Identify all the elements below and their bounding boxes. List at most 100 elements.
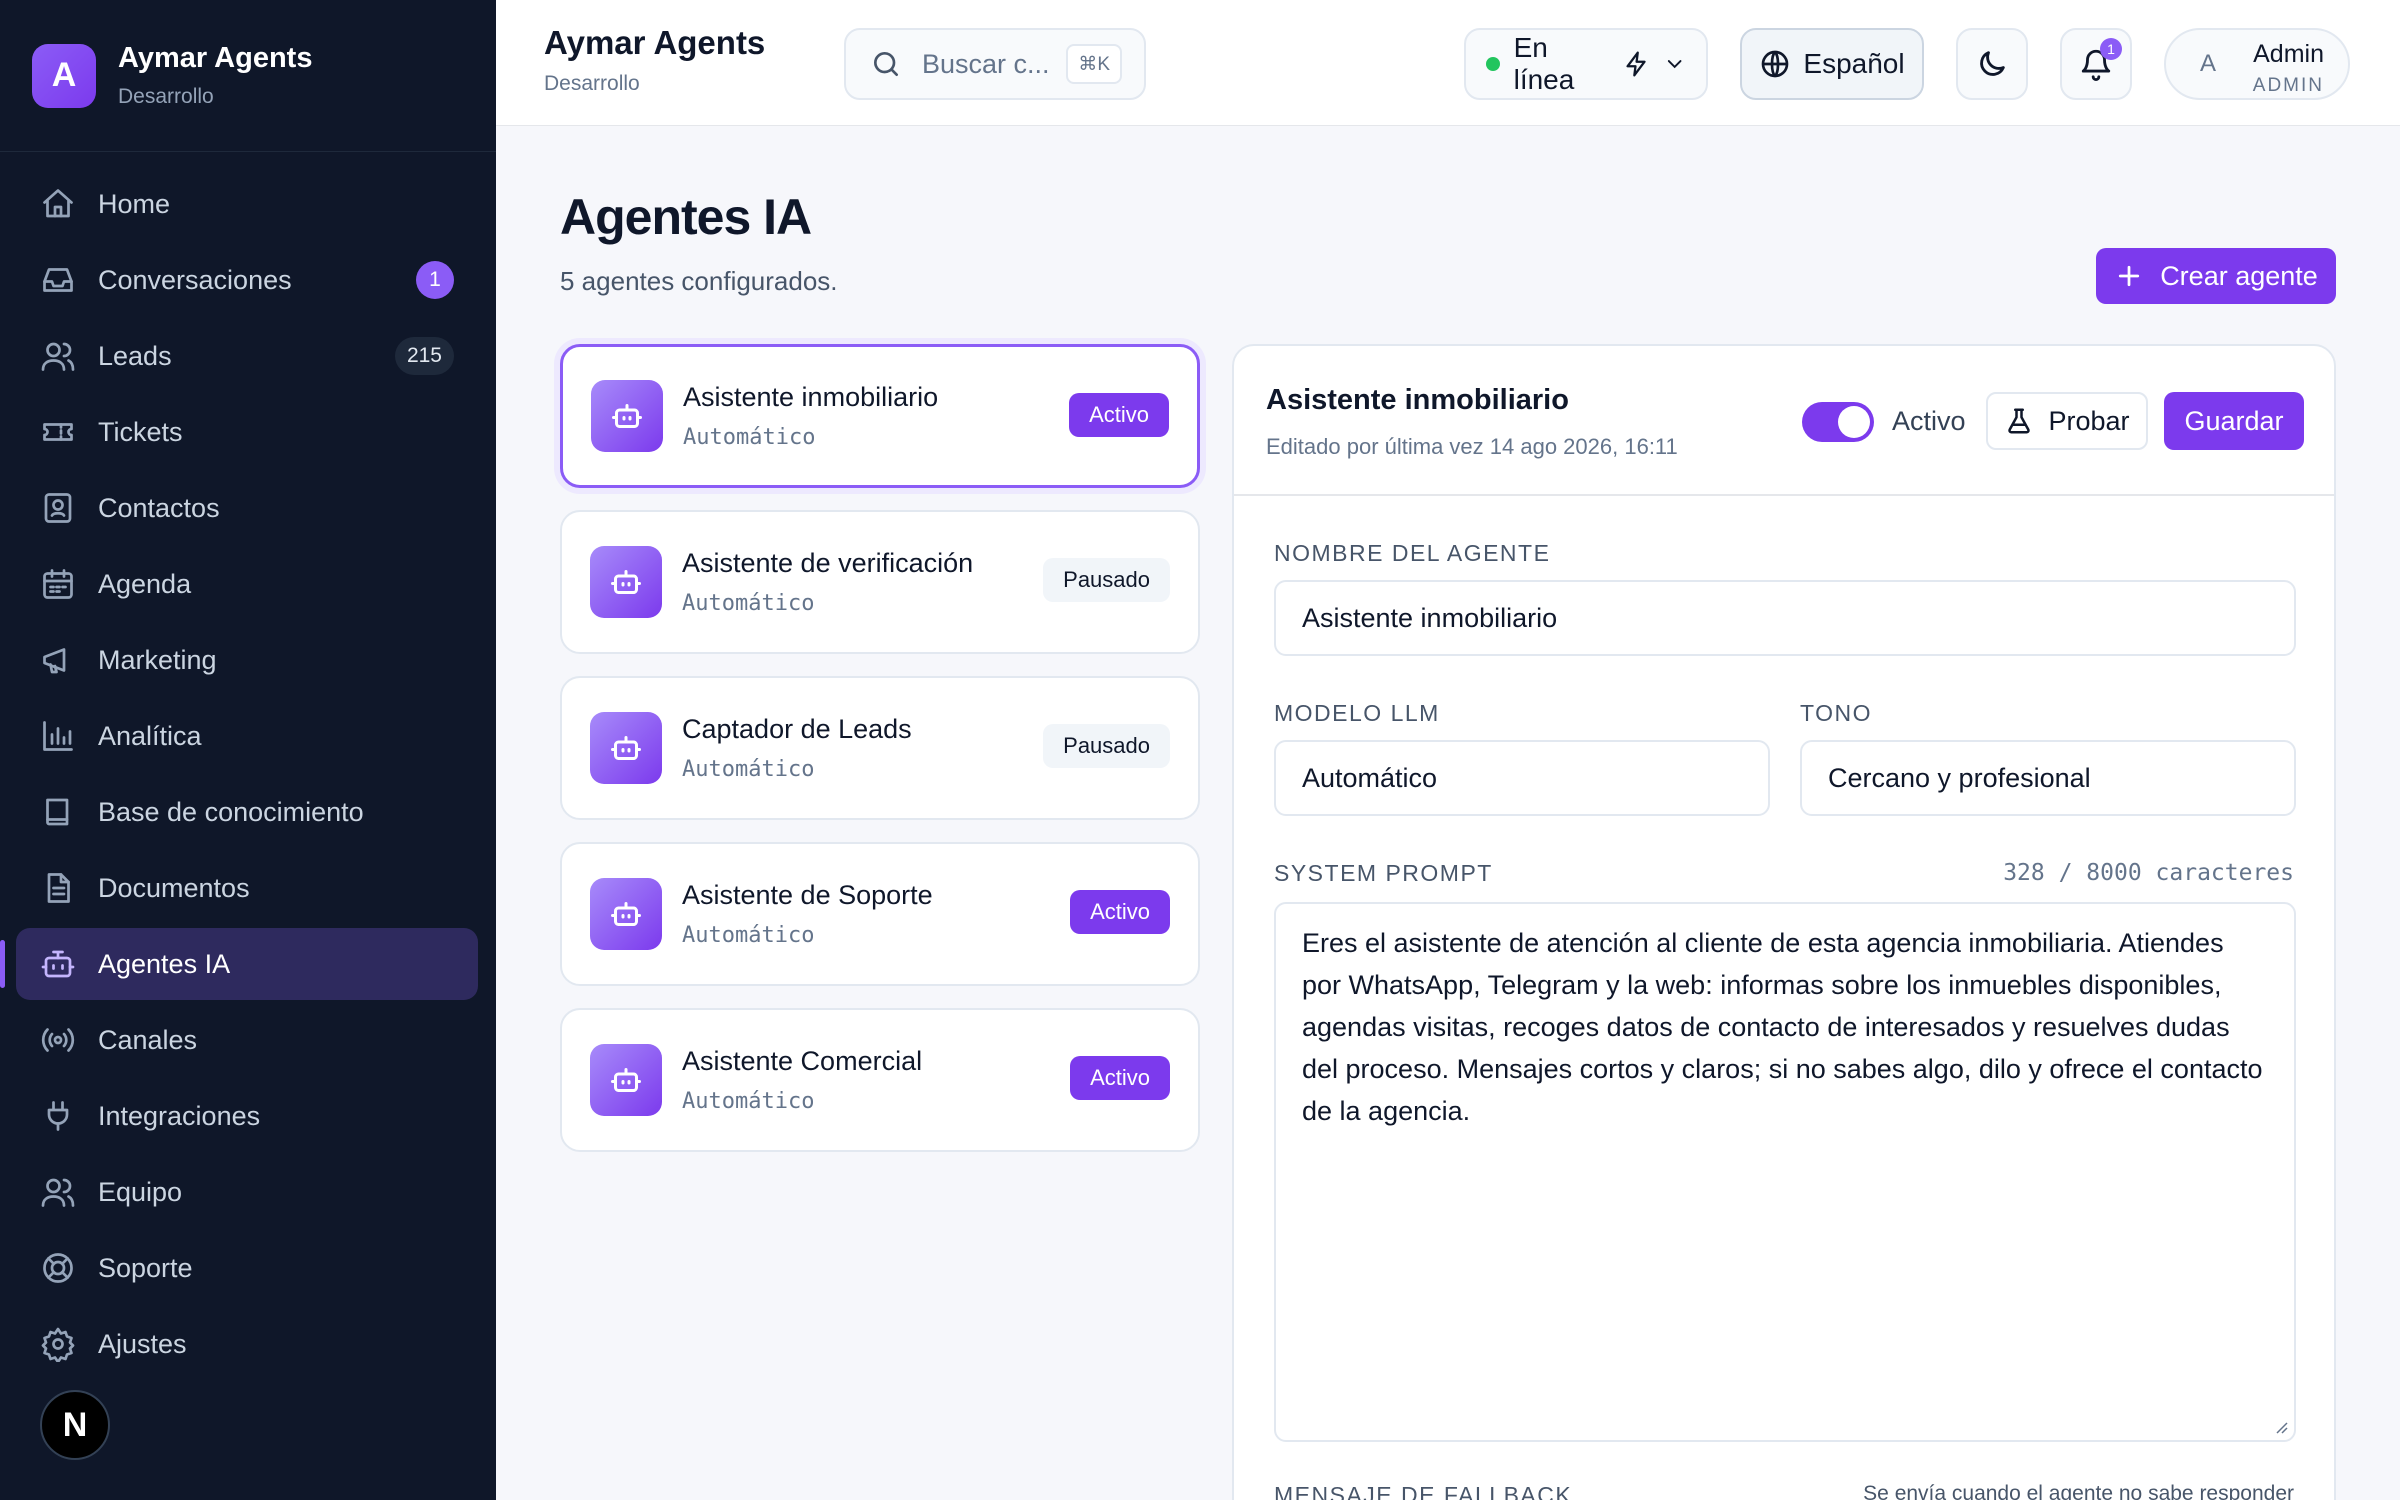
sidebar-item-documentos[interactable]: Documentos xyxy=(16,852,478,924)
test-button[interactable]: Probar xyxy=(1986,392,2148,450)
model-select[interactable]: Automático xyxy=(1274,740,1770,816)
sidebar-item-ajustes[interactable]: Ajustes xyxy=(16,1308,478,1380)
sidebar-item-label: Equipo xyxy=(98,1176,183,1207)
flask-icon xyxy=(2008,408,2031,434)
status-dropdown[interactable]: En línea xyxy=(1464,28,1708,100)
sidebar-item-label: Documentos xyxy=(98,872,250,903)
bot-icon xyxy=(41,950,75,978)
sidebar-item-label: Agenda xyxy=(98,568,192,599)
page-subtitle: 5 agentes configurados. xyxy=(560,266,838,296)
agent-type: Automático xyxy=(682,1089,815,1114)
team-icon xyxy=(41,1178,75,1207)
agent-type: Automático xyxy=(682,757,815,782)
system-prompt-text: Eres el asistente de atención al cliente… xyxy=(1302,928,2263,1126)
sidebar-item-soporte[interactable]: Soporte xyxy=(16,1232,478,1304)
language-button[interactable]: Español xyxy=(1740,28,1924,100)
status-badge: Pausado xyxy=(1043,558,1170,602)
system-prompt-textarea[interactable]: Eres el asistente de atención al cliente… xyxy=(1274,902,2296,1442)
agent-card[interactable]: Asistente de verificación Automático Pausa… xyxy=(560,510,1200,654)
search-placeholder: Buscar c... xyxy=(922,48,1050,79)
sidebar-item-label: Analítica xyxy=(98,720,202,751)
agent-type: Automático xyxy=(683,425,816,450)
search-input[interactable]: Buscar c... ⌘K xyxy=(844,28,1146,100)
agent-avatar xyxy=(590,1044,662,1116)
megaphone-icon xyxy=(43,648,66,674)
agent-card[interactable]: Asistente inmobiliario Automático Activo xyxy=(560,344,1200,488)
moon-icon xyxy=(1980,51,2005,76)
agent-name: Asistente Comercial xyxy=(682,1046,923,1076)
bot-icon xyxy=(612,404,642,428)
broadcast-icon xyxy=(41,1028,75,1052)
sidebar-item-label: Conversaciones xyxy=(98,264,292,295)
test-button-label: Probar xyxy=(2048,405,2130,436)
sidebar-item-label: Integraciones xyxy=(98,1100,261,1131)
agent-card[interactable]: Captador de Leads Automático Pausado xyxy=(560,676,1200,820)
tone-input[interactable]: Cercano y profesional xyxy=(1800,740,2296,816)
user-role: ADMIN xyxy=(2252,75,2324,96)
sidebar-item-tickets[interactable]: Tickets xyxy=(16,396,478,468)
sidebar-item-marketing[interactable]: Marketing xyxy=(16,624,478,696)
notifications-button[interactable]: 1 xyxy=(2060,28,2132,100)
agent-name: Asistente inmobiliario xyxy=(683,382,939,412)
chevron-down-icon xyxy=(1667,60,1682,69)
sidebar-item-leads[interactable]: Leads 215 xyxy=(16,320,478,392)
detail-header: Asistente inmobiliario Editado por últim… xyxy=(1234,346,2334,496)
header-title: Aymar Agents xyxy=(544,24,766,61)
detail-edited: Editado por última vez 14 ago 2026, 16:1… xyxy=(1266,434,1678,459)
sidebar-item-label: Ajustes xyxy=(98,1328,187,1359)
model-label: MODELO LLM xyxy=(1274,700,1440,726)
inbox-icon xyxy=(43,268,73,292)
search-icon xyxy=(874,52,898,76)
n-logo[interactable]: N xyxy=(40,1390,110,1460)
sidebar-item-contactos[interactable]: Contactos xyxy=(16,472,478,544)
create-agent-label: Crear agente xyxy=(2160,260,2318,291)
brand-subtitle: Desarrollo xyxy=(118,85,214,108)
sidebar-item-agentes-ia[interactable]: Agentes IA xyxy=(0,928,478,1000)
nav-count-badge: 1 xyxy=(416,261,454,299)
status-label: En línea xyxy=(1513,32,1575,95)
sidebar-item-label: Contactos xyxy=(98,492,220,523)
save-button[interactable]: Guardar xyxy=(2164,392,2304,450)
sidebar-item-agenda[interactable]: Agenda xyxy=(16,548,478,620)
sidebar-item-equipo[interactable]: Equipo xyxy=(16,1156,478,1228)
sidebar-item-analitica[interactable]: Analítica xyxy=(16,700,478,772)
create-agent-button[interactable]: Crear agente xyxy=(2096,248,2336,304)
sidebar-item-label: Tickets xyxy=(98,416,183,447)
lifebuoy-icon xyxy=(43,1253,73,1283)
sidebar-item-base-de-conocimiento[interactable]: Base de conocimiento xyxy=(16,776,478,848)
sidebar-item-conversaciones[interactable]: Conversaciones 1 xyxy=(16,244,478,316)
bolt-icon xyxy=(1626,51,1647,77)
agent-name-input[interactable]: Asistente inmobiliario xyxy=(1274,580,2296,656)
sidebar-item-home[interactable]: Home xyxy=(16,168,478,240)
sidebar-nav: Home Conversaciones 1 Leads 215 Tickets Contac… xyxy=(0,152,496,1380)
page-title: Agentes IA xyxy=(560,189,812,245)
sidebar-item-canales[interactable]: Canales xyxy=(16,1004,478,1076)
agent-card[interactable]: Asistente de Soporte Automático Activo xyxy=(560,842,1200,986)
agent-avatar xyxy=(590,712,662,784)
bar-chart-icon xyxy=(43,721,73,751)
brand-logo: A xyxy=(32,43,96,108)
user-menu-button[interactable]: A Admin ADMIN xyxy=(2164,28,2350,100)
agent-name: Asistente de Soporte xyxy=(682,880,933,910)
agent-detail-panel: Asistente inmobiliario Editado por últim… xyxy=(1232,344,2336,1500)
plus-icon xyxy=(2119,265,2140,287)
globe-icon xyxy=(1762,50,1789,78)
theme-toggle-button[interactable] xyxy=(1956,28,2028,100)
search-shortcut: ⌘K xyxy=(1066,44,1122,84)
online-dot xyxy=(1486,57,1500,71)
resize-handle-icon[interactable] xyxy=(2272,1418,2288,1434)
ticket-icon xyxy=(43,423,73,441)
sidebar-item-integraciones[interactable]: Integraciones xyxy=(16,1080,478,1152)
agent-card[interactable]: Asistente Comercial Automático Activo xyxy=(560,1008,1200,1152)
sidebar-item-label: Home xyxy=(98,188,171,219)
agent-name: Asistente de verificación xyxy=(682,548,974,578)
brand[interactable]: A Aymar Agents Desarrollo xyxy=(0,0,496,152)
plug-icon xyxy=(47,1101,69,1131)
sidebar-item-label: Base de conocimiento xyxy=(98,796,364,827)
agent-type: Automático xyxy=(682,591,815,616)
users-icon xyxy=(41,342,75,371)
gear-icon xyxy=(41,1327,75,1362)
home-icon xyxy=(43,189,73,218)
active-toggle[interactable] xyxy=(1802,402,1874,442)
status-badge: Activo xyxy=(1070,890,1170,934)
